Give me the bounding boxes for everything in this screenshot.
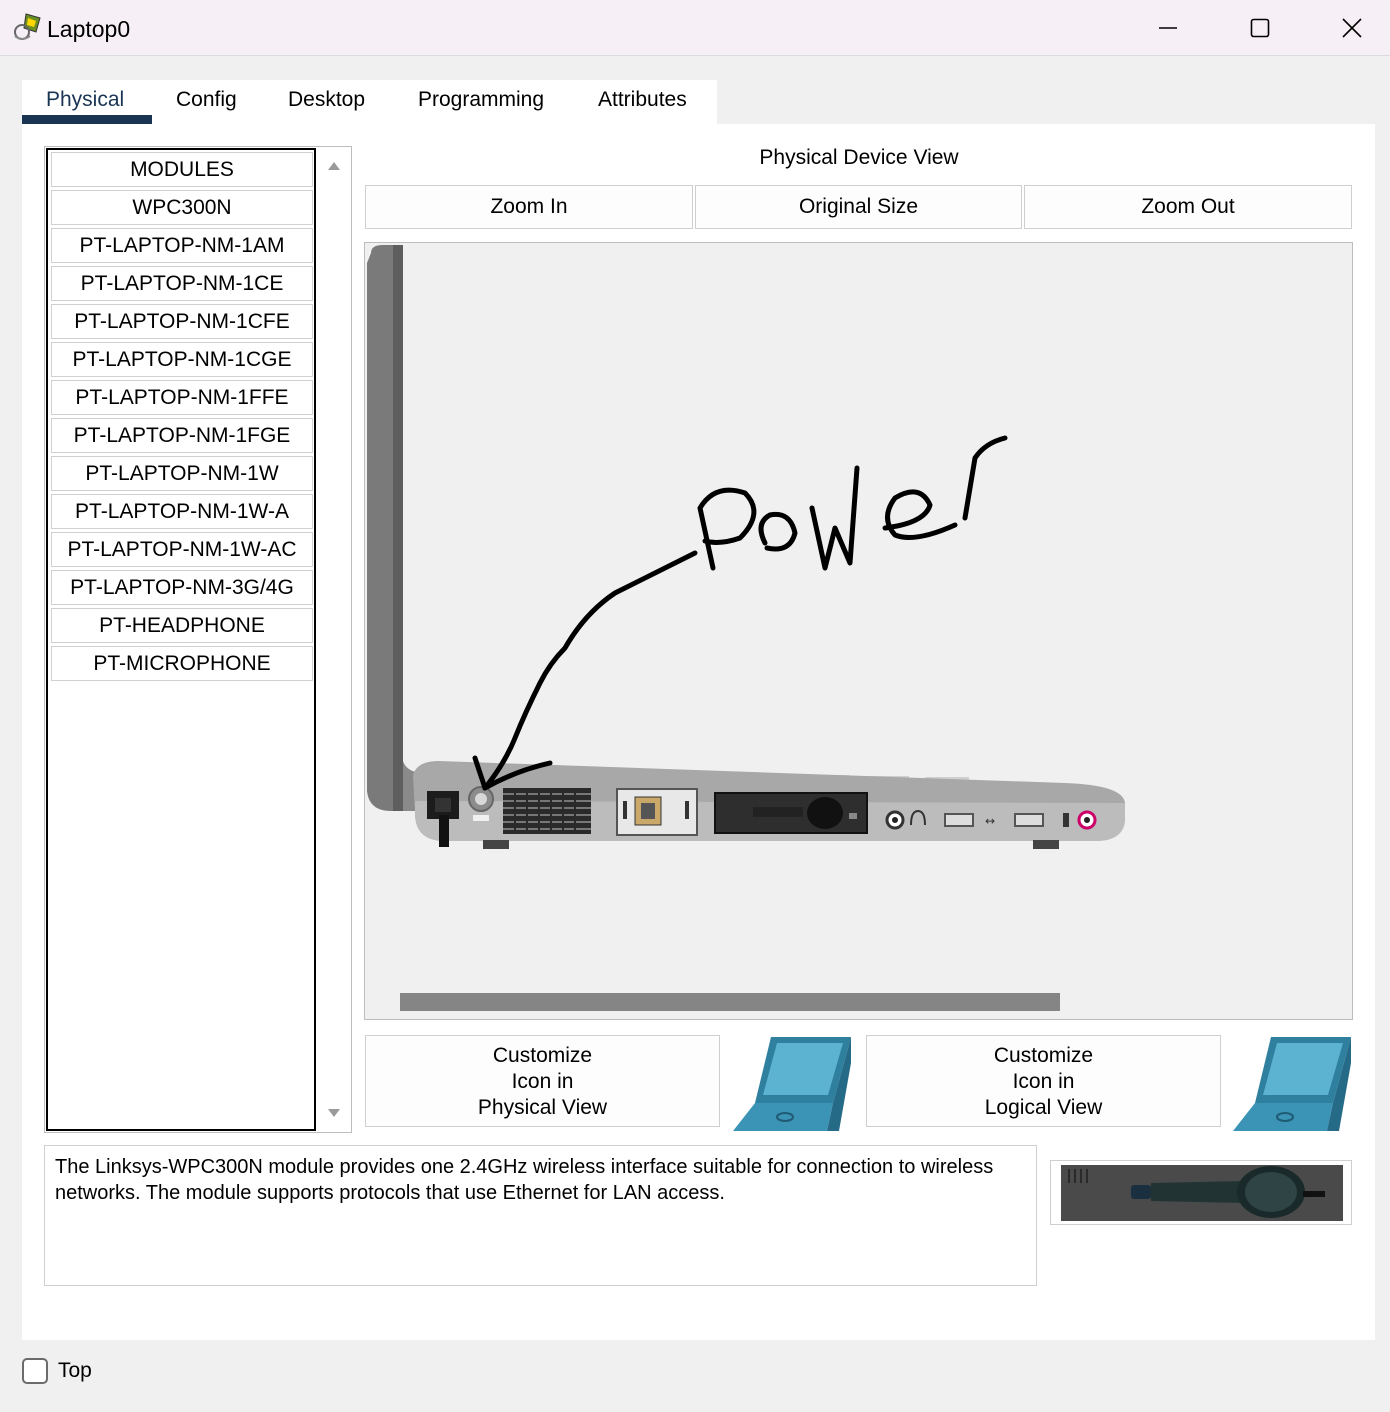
power-annotation xyxy=(472,435,1008,791)
zoom-in-button[interactable]: Zoom In xyxy=(365,185,693,229)
close-button[interactable] xyxy=(1306,0,1390,56)
laptop-logical-icon[interactable] xyxy=(1233,1033,1353,1133)
tab-config[interactable]: Config xyxy=(176,88,237,124)
scroll-up-arrow-icon[interactable] xyxy=(328,162,340,170)
microphone-icon xyxy=(1063,813,1069,827)
module-item[interactable]: PT-LAPTOP-NM-1W-A xyxy=(51,494,313,529)
laptop-physical-icon[interactable] xyxy=(733,1033,853,1133)
module-description-text: The Linksys-WPC300N module provides one … xyxy=(55,1156,994,1204)
maximize-button[interactable] xyxy=(1214,0,1306,56)
module-item[interactable]: PT-HEADPHONE xyxy=(51,608,313,643)
module-item[interactable]: WPC300N xyxy=(51,190,313,225)
module-item[interactable]: PT-LAPTOP-NM-1AM xyxy=(51,228,313,263)
horizontal-scrollbar-thumb[interactable] xyxy=(400,993,1060,1011)
module-image xyxy=(1050,1160,1352,1225)
device-view-canvas[interactable]: ↔ xyxy=(364,242,1353,1020)
wireless-module-image xyxy=(1061,1165,1343,1221)
module-item[interactable]: PT-LAPTOP-NM-1CGE xyxy=(51,342,313,377)
modules-header: MODULES xyxy=(51,152,313,187)
power-cable xyxy=(439,815,449,847)
customize-physical-view-button[interactable]: Customize Icon in Physical View xyxy=(365,1035,720,1127)
module-item[interactable]: PT-LAPTOP-NM-1CE xyxy=(51,266,313,301)
zoom-out-button[interactable]: Zoom Out xyxy=(1024,185,1352,229)
laptop-side-view: ↔ xyxy=(367,245,1125,849)
module-description: The Linksys-WPC300N module provides one … xyxy=(44,1145,1037,1286)
vent-grille xyxy=(503,788,591,834)
module-item[interactable]: PT-LAPTOP-NM-3G/4G xyxy=(51,570,313,605)
tab-desktop[interactable]: Desktop xyxy=(288,88,365,124)
customize-logical-view-button[interactable]: Customize Icon in Logical View xyxy=(866,1035,1221,1127)
module-item[interactable]: PT-LAPTOP-NM-1FGE xyxy=(51,418,313,453)
modules-list[interactable]: MODULES WPC300N PT-LAPTOP-NM-1AM PT-LAPT… xyxy=(46,148,316,1131)
tab-attributes[interactable]: Attributes xyxy=(598,88,687,124)
module-item[interactable]: PT-LAPTOP-NM-1CFE xyxy=(51,304,313,339)
top-checkbox[interactable] xyxy=(22,1358,48,1384)
active-tab-indicator xyxy=(22,115,152,124)
minimize-icon xyxy=(1159,27,1177,29)
module-item[interactable]: PT-MICROPHONE xyxy=(51,646,313,681)
device-view-title: Physical Device View xyxy=(759,146,959,169)
usb-port[interactable] xyxy=(944,813,974,827)
close-icon xyxy=(1342,18,1362,38)
scroll-down-arrow-icon[interactable] xyxy=(328,1109,340,1117)
module-item[interactable]: PT-LAPTOP-NM-1W-AC xyxy=(51,532,313,567)
module-item[interactable]: PT-LAPTOP-NM-1FFE xyxy=(51,380,313,415)
tab-programming[interactable]: Programming xyxy=(418,88,544,124)
maximize-icon xyxy=(1250,18,1270,38)
minimize-button[interactable] xyxy=(1122,0,1214,56)
usb-port[interactable] xyxy=(1014,813,1044,827)
svg-text:↔: ↔ xyxy=(985,814,995,828)
title-bar: Laptop0 xyxy=(0,0,1390,56)
window-title: Laptop0 xyxy=(47,16,131,42)
packet-tracer-icon xyxy=(12,12,44,42)
modules-scrollbar[interactable] xyxy=(318,148,350,1131)
original-size-button[interactable]: Original Size xyxy=(695,185,1022,229)
top-checkbox-label: Top xyxy=(58,1359,92,1382)
module-item[interactable]: PT-LAPTOP-NM-1W xyxy=(51,456,313,491)
